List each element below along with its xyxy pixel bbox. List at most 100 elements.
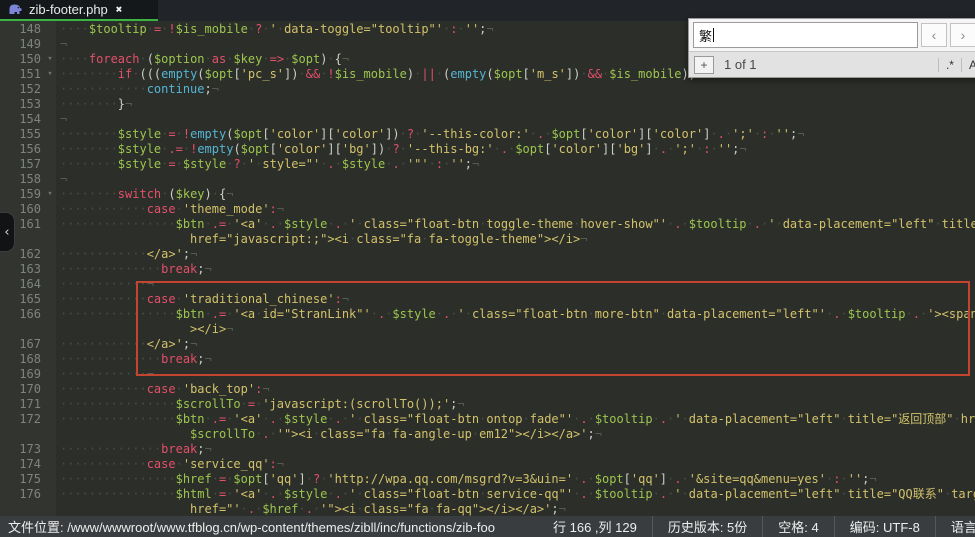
fold-arrow-icon[interactable]: ▾ xyxy=(44,52,56,67)
code-row[interactable]: 172················$btn·.=·'<a'·.·$style… xyxy=(0,412,975,427)
line-number: 159 xyxy=(0,187,44,202)
line-number xyxy=(0,427,44,442)
code-row[interactable]: 158¬ xyxy=(0,172,975,187)
tab-title: zib-footer.php xyxy=(29,2,108,17)
code-row[interactable]: 161················$btn·.=·'<a'·.·$style… xyxy=(0,217,975,232)
tab-zib-footer[interactable]: zib-footer.php ✖ xyxy=(0,0,158,21)
code-row[interactable]: href="'·.·$href·.·'"><i·class="fa·fa-qq"… xyxy=(0,502,975,516)
line-number xyxy=(0,502,44,516)
code-text: href="'·.·$href·.·'"><i·class="fa·fa-qq"… xyxy=(56,502,566,516)
code-row[interactable]: 171················$scrollTo·=·'javascri… xyxy=(0,397,975,412)
file-path: 文件位置: /www/wwwroot/www.tfblog.cn/wp-cont… xyxy=(0,517,538,536)
fold-gutter xyxy=(44,292,56,307)
code-row[interactable]: 157········$style·=·$style·?·'·style="'·… xyxy=(0,157,975,172)
find-next-button[interactable]: › xyxy=(950,23,975,47)
fold-gutter xyxy=(44,82,56,97)
fold-arrow-icon[interactable]: ▾ xyxy=(44,67,56,82)
fold-gutter xyxy=(44,217,56,232)
code-row[interactable]: 176 ················$html·=·'<a'·.·$style… xyxy=(0,487,975,502)
code-editor[interactable]: 148····$tooltip·=·!$is_mobile·?·'·data-t… xyxy=(0,21,975,516)
line-number: 170 xyxy=(0,382,44,397)
code-row[interactable]: 154 ¬ xyxy=(0,112,975,127)
line-number: 176 xyxy=(0,487,44,502)
code-text: ····$tooltip·=·!$is_mobile·?·'·data-togg… xyxy=(56,22,494,37)
search-input[interactable]: 繁 xyxy=(693,22,918,48)
fold-arrow-icon[interactable]: ▾ xyxy=(44,187,56,202)
fold-gutter xyxy=(44,487,56,502)
code-row[interactable]: 159▾········switch·($key)·{¬ xyxy=(0,187,975,202)
code-text: ¬ xyxy=(56,172,67,187)
status-item: 行 166 ,列 129 xyxy=(538,516,652,537)
fold-gutter xyxy=(44,322,56,337)
code-text: ············case·'service_qq':¬ xyxy=(56,457,284,472)
add-search-button[interactable]: + xyxy=(694,56,714,74)
code-row[interactable]: 156········$style·.=·!empty($opt['color'… xyxy=(0,142,975,157)
fold-gutter xyxy=(44,142,56,157)
line-number: 154 xyxy=(0,112,44,127)
code-row[interactable]: 152············continue;¬ xyxy=(0,82,975,97)
fold-gutter xyxy=(44,262,56,277)
line-number: 168 xyxy=(0,352,44,367)
line-number: 167 xyxy=(0,337,44,352)
fold-gutter xyxy=(44,22,56,37)
fold-gutter xyxy=(44,442,56,457)
fold-gutter xyxy=(44,277,56,292)
code-row[interactable]: 174 ············case·'service_qq':¬ xyxy=(0,457,975,472)
code-text: ··············break;¬ xyxy=(56,262,212,277)
status-item: 编码: UTF-8 xyxy=(834,516,935,537)
fold-gutter xyxy=(44,472,56,487)
code-row[interactable]: 155········$style·=·!empty($opt['color']… xyxy=(0,127,975,142)
fold-gutter xyxy=(44,97,56,112)
search-query: 繁 xyxy=(699,26,712,45)
status-item: 历史版本: 5份 xyxy=(652,516,762,537)
line-number: 175 xyxy=(0,472,44,487)
regex-toggle[interactable]: .* xyxy=(938,58,961,72)
code-row[interactable]: 173 ··············break;¬ xyxy=(0,442,975,457)
close-icon[interactable]: ✖ xyxy=(116,3,123,16)
code-row[interactable]: href="javascript:;"><i·class="fa·fa-togg… xyxy=(0,232,975,247)
code-text: ············</a>';¬ xyxy=(56,247,197,262)
code-text: ¬ xyxy=(56,112,67,127)
fold-gutter xyxy=(44,397,56,412)
line-number: 174 xyxy=(0,457,44,472)
code-text: ········$style·.=·!empty($opt['color']['… xyxy=(56,142,747,157)
fold-gutter xyxy=(44,457,56,472)
code-row[interactable]: 163··············break;¬ xyxy=(0,262,975,277)
code-text: ················$btn·.=·'<a'·.·$style·.·… xyxy=(56,412,975,427)
line-number: 164 xyxy=(0,277,44,292)
code-row[interactable]: 175················$href·=·$opt['qq']·?·… xyxy=(0,472,975,487)
line-number: 173 xyxy=(0,442,44,457)
status-bar: 文件位置: /www/wwwroot/www.tfblog.cn/wp-cont… xyxy=(0,516,975,537)
case-toggle[interactable]: A xyxy=(961,58,975,72)
code-row[interactable]: 160············case·'theme_mode':¬ xyxy=(0,202,975,217)
find-previous-button[interactable]: ‹ xyxy=(921,23,947,47)
php-file-icon xyxy=(8,0,23,19)
code-text: ············case·'theme_mode':¬ xyxy=(56,202,284,217)
search-input-row: 繁 ‹ › xyxy=(689,19,975,51)
collapse-sidebar-button[interactable]: ‹ xyxy=(0,212,15,252)
code-row[interactable]: 170 ············case·'back_top':¬ xyxy=(0,382,975,397)
code-row[interactable]: $scrollTo·.·'"><i·class="fa·fa-angle-up·… xyxy=(0,427,975,442)
code-row[interactable]: 153········}¬ xyxy=(0,97,975,112)
line-number xyxy=(0,322,44,337)
fold-gutter xyxy=(44,232,56,247)
fold-gutter xyxy=(44,127,56,142)
status-items: 行 166 ,列 129历史版本: 5份空格: 4编码: UTF-8语言 xyxy=(538,516,975,537)
fold-gutter xyxy=(44,427,56,442)
fold-gutter xyxy=(44,337,56,352)
line-number: 155 xyxy=(0,127,44,142)
line-number: 171 xyxy=(0,397,44,412)
fold-gutter xyxy=(44,352,56,367)
code-text: ¬ xyxy=(56,37,67,52)
code-text: $scrollTo·.·'"><i·class="fa·fa-angle-up·… xyxy=(56,427,602,442)
fold-gutter xyxy=(44,202,56,217)
code-text: ················$html·=·'<a'·.·$style·.·… xyxy=(56,487,975,502)
code-text: ········switch·($key)·{¬ xyxy=(56,187,233,202)
annotation-rectangle xyxy=(136,281,970,376)
line-number: 151 xyxy=(0,67,44,82)
code-text: ············case·'back_top':¬ xyxy=(56,382,270,397)
fold-gutter xyxy=(44,367,56,382)
code-text: ················$btn·.=·'<a'·.·$style·.·… xyxy=(56,217,975,232)
code-text: ··············break;¬ xyxy=(56,442,212,457)
code-row[interactable]: 162············</a>';¬ xyxy=(0,247,975,262)
